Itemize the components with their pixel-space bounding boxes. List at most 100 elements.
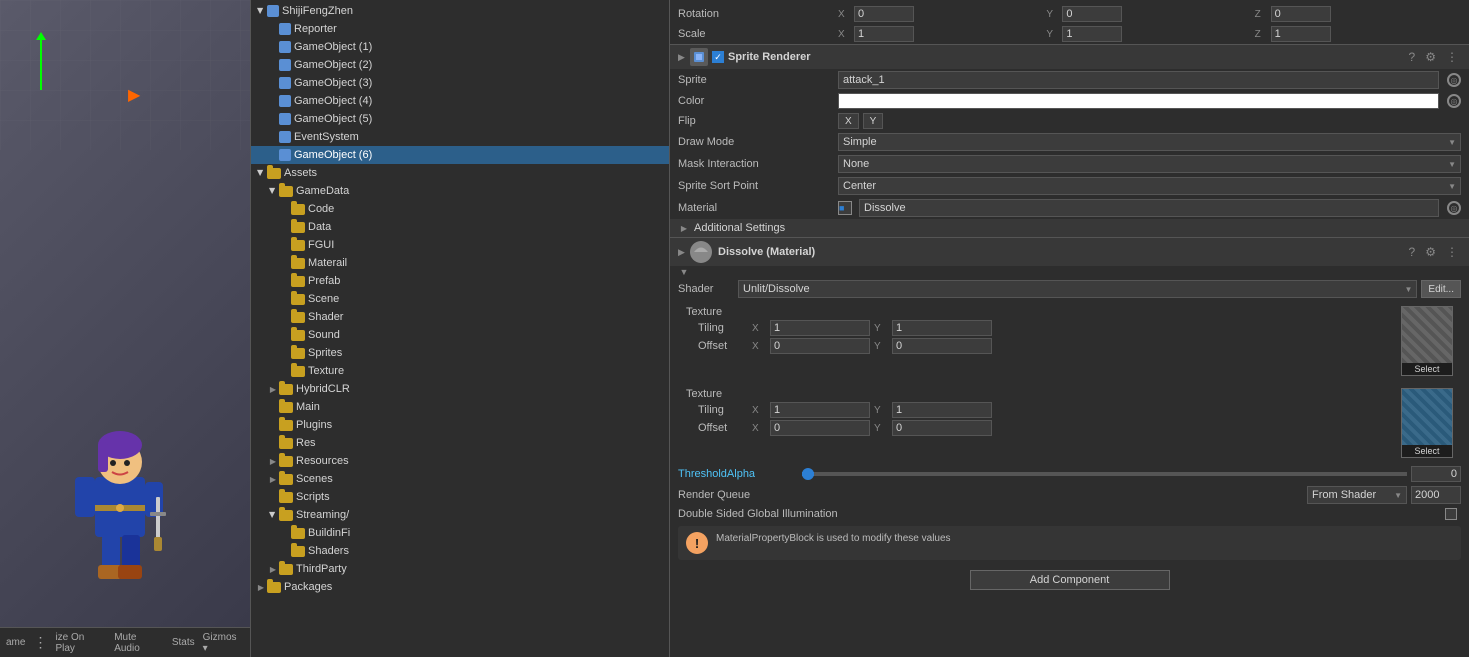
tree-item-fgui[interactable]: FGUI xyxy=(251,236,669,254)
texture1-offset-x-input[interactable] xyxy=(770,338,870,354)
tree-item-sprites[interactable]: Sprites xyxy=(251,344,669,362)
texture2-preview[interactable]: Select xyxy=(1401,388,1453,458)
color-target-icon[interactable]: ◎ xyxy=(1447,94,1461,108)
double-sided-checkbox[interactable] xyxy=(1445,508,1457,520)
shader-dropdown[interactable]: Unlit/Dissolve ▼ xyxy=(738,280,1417,298)
add-component-button[interactable]: Add Component xyxy=(970,570,1170,590)
tree-item-gameobj5[interactable]: GameObject (5) xyxy=(251,110,669,128)
tree-item-scenes[interactable]: ▶ Scenes xyxy=(251,470,669,488)
rotation-x-input[interactable] xyxy=(854,6,914,22)
flip-x-button[interactable]: X xyxy=(838,113,859,129)
shader-edit-button[interactable]: Edit... xyxy=(1421,280,1461,298)
gameobj-icon xyxy=(279,113,291,125)
tree-arrow xyxy=(267,77,279,89)
rotation-z-input[interactable] xyxy=(1271,6,1331,22)
settings-icon[interactable]: ⚙ xyxy=(1422,49,1439,65)
tree-item-texture[interactable]: Texture xyxy=(251,362,669,380)
additional-settings-label: Additional Settings xyxy=(694,222,785,234)
tree-item-gameobj4[interactable]: GameObject (4) xyxy=(251,92,669,110)
scale-y-label: Y xyxy=(1046,29,1060,40)
color-field[interactable] xyxy=(838,93,1439,109)
tree-item-assets[interactable]: ▶ Assets xyxy=(251,164,669,182)
tree-item-prefab[interactable]: Prefab xyxy=(251,272,669,290)
tree-item-gameobj6[interactable]: GameObject (6) xyxy=(251,146,669,164)
render-queue-dropdown[interactable]: From Shader ▼ xyxy=(1307,486,1407,504)
threshold-slider[interactable] xyxy=(802,472,1407,476)
render-queue-num-input[interactable] xyxy=(1411,486,1461,504)
tree-item-gamedata[interactable]: ▶ GameData xyxy=(251,182,669,200)
sprite-field[interactable]: attack_1 xyxy=(838,71,1439,89)
tree-label: Texture xyxy=(308,365,344,377)
tree-item-thirdparty[interactable]: ▶ ThirdParty xyxy=(251,560,669,578)
help-icon[interactable]: ? xyxy=(1406,49,1419,65)
texture1-tiling-y-label: Y xyxy=(874,323,888,334)
material-component-header[interactable]: ▶ Dissolve (Material) ? ⚙ ⋮ xyxy=(670,237,1469,266)
texture2-offset-y-input[interactable] xyxy=(892,420,992,436)
stats-btn[interactable]: Stats xyxy=(172,637,195,648)
inspector-content: Rotation X Y Z xyxy=(670,0,1469,657)
tree-item-reporter[interactable]: Reporter xyxy=(251,20,669,38)
size-on-play-btn[interactable]: ize On Play xyxy=(55,632,106,654)
draw-mode-dropdown[interactable]: Simple ▼ xyxy=(838,133,1461,151)
threshold-handle[interactable] xyxy=(802,468,814,480)
rotation-y-input[interactable] xyxy=(1062,6,1122,22)
scene-menu-button[interactable]: ⋮ xyxy=(33,634,47,651)
tree-item-scripts[interactable]: Scripts xyxy=(251,488,669,506)
folder-icon xyxy=(279,492,293,503)
tree-item-hybridclr[interactable]: ▶ HybridCLR xyxy=(251,380,669,398)
tree-item-packages[interactable]: ▶ Packages xyxy=(251,578,669,596)
sprite-sort-point-text: Center xyxy=(843,180,876,192)
tree-item-gameobj1[interactable]: GameObject (1) xyxy=(251,38,669,56)
scale-z-input[interactable] xyxy=(1271,26,1331,42)
material-more-icon[interactable]: ⋮ xyxy=(1443,244,1461,260)
threshold-input[interactable] xyxy=(1411,466,1461,482)
tree-item-eventsystem[interactable]: EventSystem xyxy=(251,128,669,146)
tree-item-data[interactable]: Data xyxy=(251,218,669,236)
more-icon[interactable]: ⋮ xyxy=(1443,49,1461,65)
mute-audio-btn[interactable]: Mute Audio xyxy=(114,632,164,654)
flip-y-button[interactable]: Y xyxy=(863,113,884,129)
tree-item-streaming[interactable]: ▶ Streaming/ xyxy=(251,506,669,524)
flip-label: Flip xyxy=(678,115,838,127)
sprite-sort-point-dropdown[interactable]: Center ▼ xyxy=(838,177,1461,195)
tree-item-shader[interactable]: Shader xyxy=(251,308,669,326)
tree-item-plugins[interactable]: Plugins xyxy=(251,416,669,434)
texture2-tiling-x-input[interactable] xyxy=(770,402,870,418)
tree-item-scene[interactable]: Scene xyxy=(251,290,669,308)
tree-item-gameobj3[interactable]: GameObject (3) xyxy=(251,74,669,92)
tree-item-buildinfi[interactable]: BuildinFi xyxy=(251,524,669,542)
tree-item-gameobj2[interactable]: GameObject (2) xyxy=(251,56,669,74)
texture2-offset-x-input[interactable] xyxy=(770,420,870,436)
texture1-preview[interactable]: Select xyxy=(1401,306,1453,376)
material-target-icon[interactable]: ◎ xyxy=(1447,201,1461,215)
tree-label: ThirdParty xyxy=(296,563,347,575)
tree-item-shaders[interactable]: Shaders xyxy=(251,542,669,560)
tree-item-material[interactable]: Materail xyxy=(251,254,669,272)
component-enabled-checkbox[interactable]: ✓ xyxy=(712,51,724,63)
tree-arrow: ▶ xyxy=(267,383,279,395)
scale-x-input[interactable] xyxy=(854,26,914,42)
sprite-renderer-header[interactable]: ▶ ✓ Sprite Renderer ? ⚙ ⋮ xyxy=(670,44,1469,69)
material-name-field[interactable]: Dissolve xyxy=(859,199,1439,217)
material-checkbox[interactable]: ■ xyxy=(838,201,852,215)
gameobj-icon xyxy=(279,95,291,107)
additional-settings-row[interactable]: ▶ Additional Settings xyxy=(670,219,1469,237)
tree-item-resources[interactable]: ▶ Resources xyxy=(251,452,669,470)
tree-item-res[interactable]: Res xyxy=(251,434,669,452)
folder-icon xyxy=(291,294,305,305)
tree-item-code[interactable]: Code xyxy=(251,200,669,218)
texture1-tiling-y-input[interactable] xyxy=(892,320,992,336)
texture2-tiling-y-input[interactable] xyxy=(892,402,992,418)
tree-item-shijifengzhen[interactable]: ▶ ShijiFengZhen xyxy=(251,2,669,20)
texture1-tiling-x-input[interactable] xyxy=(770,320,870,336)
sprite-target-icon[interactable]: ◎ xyxy=(1447,73,1461,87)
material-settings-icon[interactable]: ⚙ xyxy=(1422,244,1439,260)
texture1-offset-y-input[interactable] xyxy=(892,338,992,354)
gizmos-btn[interactable]: Gizmos ▾ xyxy=(203,632,244,654)
scale-y-input[interactable] xyxy=(1062,26,1122,42)
tree-item-sound[interactable]: Sound xyxy=(251,326,669,344)
tree-item-main[interactable]: Main xyxy=(251,398,669,416)
mask-interaction-dropdown[interactable]: None ▼ xyxy=(838,155,1461,173)
material-help-icon[interactable]: ? xyxy=(1406,244,1419,260)
texture2-title: Texture xyxy=(686,388,1393,400)
